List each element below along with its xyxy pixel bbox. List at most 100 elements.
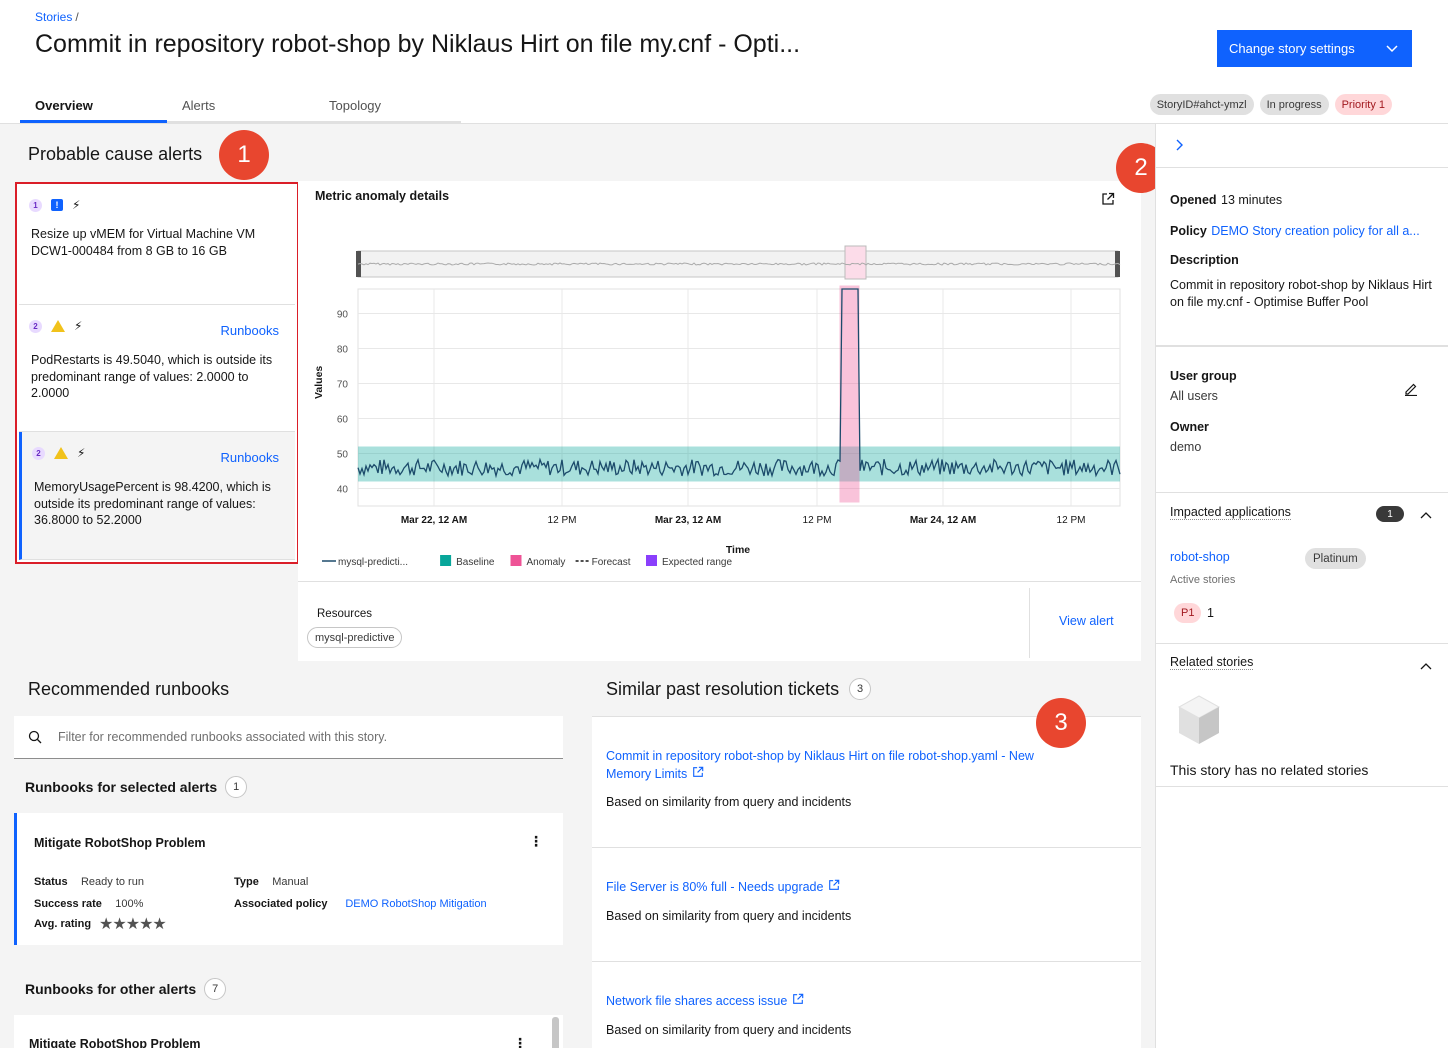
alert-card-1[interactable]: 1 ! ⚡ Resize up vMEM for Virtual Machine… [19, 184, 295, 305]
type-key: Type [234, 876, 259, 888]
legend-swatch [510, 555, 522, 566]
active-stories-label: Active stories [1170, 574, 1236, 586]
opened-value: 13 minutes [1221, 193, 1283, 207]
runbooks-link[interactable]: Runbooks [220, 323, 279, 338]
alert-text: PodRestarts is 49.5040, which is outside… [31, 353, 273, 400]
type-value: Manual [272, 876, 309, 888]
warning-icon [51, 320, 65, 332]
runbook-policy: Associated policy DEMO RobotShop Mitigat… [234, 894, 487, 912]
rating-key: Avg. rating [34, 918, 92, 930]
edit-icon[interactable] [1404, 382, 1418, 401]
runbook-type: Type Manual [234, 872, 308, 890]
metric-anomaly-chart[interactable]: 90 80 70 60 50 40 Mar 22, 12 AM 12 PM Mar 23, 1… [298, 181, 1141, 581]
legend-label: Baseline [456, 557, 495, 568]
scrollbar[interactable] [552, 1017, 559, 1048]
tab-alerts[interactable]: Alerts [167, 92, 314, 123]
overflow-menu-icon[interactable]: ⋮ [529, 833, 543, 850]
p1-count: 1 [1207, 606, 1214, 620]
breadcrumb: Stories / [35, 10, 79, 24]
anomaly-band [839, 285, 860, 503]
lightning-icon: ⚡ [72, 198, 81, 212]
tickets-title: Similar past resolution tickets [606, 678, 840, 699]
ticket-link[interactable]: File Server is 80% full - Needs upgrade [606, 878, 840, 896]
annotation-bubble-1: 1 [219, 130, 269, 180]
panel-divider [1155, 167, 1448, 168]
legend-swatch [646, 555, 657, 566]
related-stories-title[interactable]: Related stories [1170, 655, 1254, 670]
resources-panel: Resources mysql-predictive View alert [298, 581, 1141, 661]
policy-row: Policy DEMO Story creation policy for al… [1170, 222, 1420, 240]
panel-divider [1155, 345, 1448, 347]
runbook-card-2[interactable]: Mitigate RobotShop Problem ⋮ [14, 1015, 563, 1048]
ticket-card[interactable]: Network file shares access issue Based o… [592, 961, 1141, 1048]
chevron-right-icon[interactable] [1174, 138, 1184, 156]
owner-label: Owner [1170, 420, 1209, 434]
annotation-bubble-3: 3 [1036, 698, 1086, 748]
rank-badge: 1 [29, 198, 42, 212]
status-key: Status [34, 876, 68, 888]
zoom-brush-anomaly-marker [844, 245, 867, 280]
launch-icon [692, 765, 704, 782]
user-group-value: All users [1170, 389, 1218, 403]
search-placeholder: Filter for recommended runbooks associat… [58, 730, 388, 744]
resource-tag[interactable]: mysql-predictive [307, 627, 403, 648]
y-tick-label: 70 [337, 380, 349, 391]
y-tick-label: 90 [337, 310, 349, 321]
impacted-applications-title[interactable]: Impacted applications [1170, 505, 1291, 520]
ticket-card[interactable]: File Server is 80% full - Needs upgrade … [592, 847, 1141, 961]
runbooks-link[interactable]: Runbooks [220, 450, 279, 465]
breadcrumb-stories[interactable]: Stories [35, 10, 72, 24]
owner-value: demo [1170, 440, 1202, 454]
panel-divider [1155, 643, 1448, 644]
policy-link[interactable]: DEMO Story creation policy for all a... [1211, 224, 1419, 238]
p1-tag: P1 [1174, 603, 1202, 623]
resources-label: Resources [317, 608, 372, 620]
runbooks-selected-count: 1 [225, 776, 248, 798]
ticket-link[interactable]: Commit in repository robot-shop by Nikla… [606, 747, 1076, 783]
status-value: Ready to run [80, 876, 144, 888]
info-severity-icon: ! [51, 199, 63, 211]
launch-icon [792, 992, 804, 1009]
runbook-card[interactable]: Mitigate RobotShop Problem ⋮ Status Read… [14, 813, 563, 945]
alert-card-3[interactable]: 2 ⚡ Runbooks MemoryUsagePercent is 98.42… [19, 432, 295, 560]
search-icon [28, 730, 42, 749]
x-tick-label: Mar 23, 12 AM [655, 515, 721, 526]
chevron-up-icon[interactable] [1420, 506, 1432, 524]
overflow-menu-icon[interactable]: ⋮ [513, 1035, 527, 1048]
description-label: Description [1170, 253, 1239, 267]
y-axis-label: Values [313, 366, 325, 399]
ticket-subtitle: Based on similarity from query and incid… [606, 909, 852, 923]
chevron-down-icon [1386, 41, 1398, 56]
policy-key: Policy [1170, 224, 1207, 238]
alert-card-2[interactable]: 2 ⚡ Runbooks PodRestarts is 49.5040, whi… [19, 305, 295, 432]
probable-cause-alert-list: 1 ! ⚡ Resize up vMEM for Virtual Machine… [15, 182, 299, 564]
success-value: 100% [115, 898, 144, 910]
rank-badge: 2 [32, 446, 45, 460]
story-id-tag: StoryID#ahct-ymzl [1149, 94, 1254, 115]
view-alert-link[interactable]: View alert [1059, 614, 1114, 628]
ticket-link-text: Commit in repository robot-shop by Nikla… [606, 749, 1034, 763]
policy-key: Associated policy [234, 898, 328, 910]
empty-cube-icon [1175, 692, 1223, 753]
chart-legend: mysql-predicti... Baseline Anomaly Forecast… [322, 555, 732, 568]
change-story-settings-button[interactable]: Change story settings [1217, 30, 1412, 67]
runbook-search-input[interactable]: Filter for recommended runbooks associat… [14, 716, 563, 759]
opened-row: Opened 13 minutes [1170, 191, 1282, 209]
x-axis-label: Time [726, 544, 750, 556]
app-link[interactable]: robot-shop [1170, 550, 1230, 564]
recommended-runbooks-title: Recommended runbooks [28, 679, 230, 699]
x-tick-label: 12 PM [1057, 515, 1086, 526]
ticket-link[interactable]: Network file shares access issue [606, 992, 804, 1010]
runbooks-selected-title: Runbooks for selected alerts [25, 779, 218, 795]
ticket-link-text: Network file shares access issue [606, 994, 788, 1008]
user-group-label: User group [1170, 369, 1237, 383]
priority-tag: Priority 1 [1334, 94, 1392, 115]
tab-overview[interactable]: Overview [20, 92, 167, 123]
chevron-up-icon[interactable] [1420, 657, 1432, 675]
tab-topology[interactable]: Topology [314, 92, 461, 123]
x-axis-ticks: Mar 22, 12 AM 12 PM Mar 23, 12 AM 12 PM Mar … [401, 515, 1086, 526]
policy-link[interactable]: DEMO RobotShop Mitigation [345, 898, 486, 910]
runbook-status: Status Ready to run [34, 872, 144, 890]
runbooks-selected-header: Runbooks for selected alerts 1 [25, 776, 248, 798]
runbooks-other-header: Runbooks for other alerts 7 [25, 978, 227, 1000]
